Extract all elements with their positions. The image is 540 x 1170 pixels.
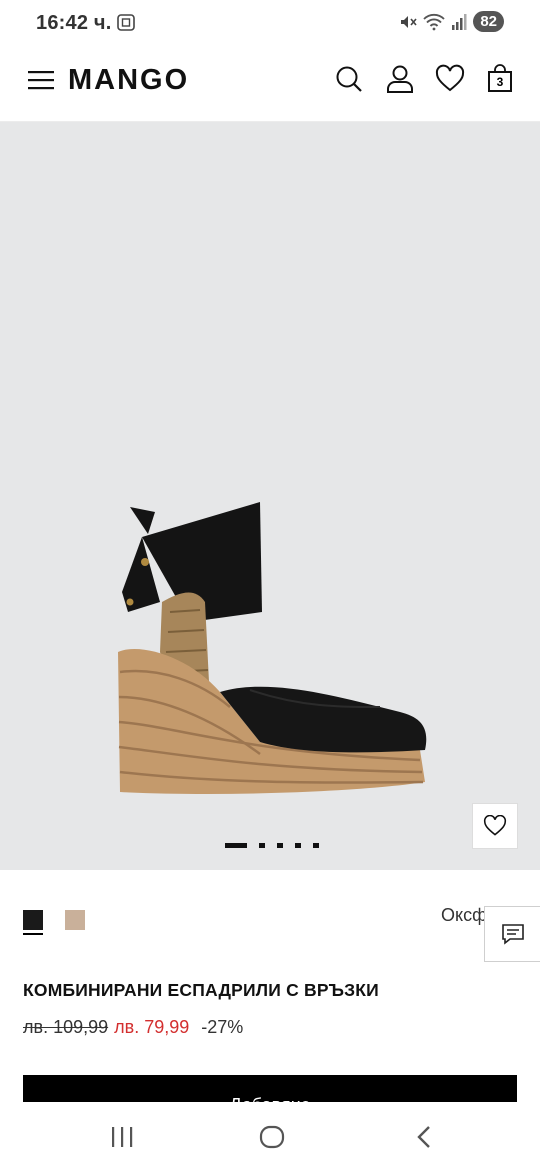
signal-icon: [452, 13, 467, 30]
wishlist-icon[interactable]: [435, 64, 465, 94]
heart-icon: [483, 815, 507, 836]
status-time: 16:42 ч.: [36, 12, 112, 34]
bag-count: 3: [496, 75, 504, 89]
pagination-dot[interactable]: [313, 843, 319, 848]
gallery-pagination: [225, 843, 319, 848]
original-price: лв. 109,99: [23, 1017, 109, 1037]
search-icon[interactable]: [334, 64, 364, 94]
color-swatch-beige[interactable]: [65, 910, 85, 930]
chat-icon: [502, 924, 524, 945]
product-title: КОМБИНИРАНИ ЕСПАДРИЛИ С ВРЪЗКИ: [23, 980, 379, 1000]
color-swatch-black[interactable]: [23, 910, 43, 930]
chat-button[interactable]: [484, 906, 540, 962]
account-icon[interactable]: [385, 64, 415, 94]
bag-button[interactable]: 3: [487, 64, 513, 94]
pagination-dot-active[interactable]: [225, 843, 247, 848]
recent-apps-icon[interactable]: [110, 1124, 134, 1150]
pagination-dot[interactable]: [259, 843, 265, 848]
status-indicators: 82: [399, 11, 504, 32]
selected-swatch-indicator: [23, 933, 43, 935]
back-icon[interactable]: [414, 1124, 434, 1150]
sale-price: лв. 79,99: [114, 1017, 190, 1037]
home-icon[interactable]: [259, 1124, 285, 1150]
wifi-icon: [423, 13, 445, 30]
menu-icon[interactable]: [28, 70, 54, 90]
pagination-dot[interactable]: [295, 843, 301, 848]
pagination-dot[interactable]: [277, 843, 283, 848]
status-bar: 16:42 ч. 82: [0, 0, 540, 46]
system-nav-bar: [0, 1102, 540, 1170]
price-row: лв. 109,99 лв. 79,99 -27%: [23, 1017, 243, 1038]
product-image: [118, 502, 427, 794]
brand-logo[interactable]: MANGO: [68, 64, 189, 97]
app-header: MANGO 3: [0, 46, 540, 122]
screenshot-icon: [117, 14, 135, 31]
discount-badge: -27%: [201, 1017, 244, 1037]
product-image-gallery[interactable]: [0, 122, 540, 870]
battery-level: 82: [473, 11, 504, 32]
add-to-wishlist-button[interactable]: [472, 803, 518, 849]
mute-icon: [401, 15, 417, 28]
